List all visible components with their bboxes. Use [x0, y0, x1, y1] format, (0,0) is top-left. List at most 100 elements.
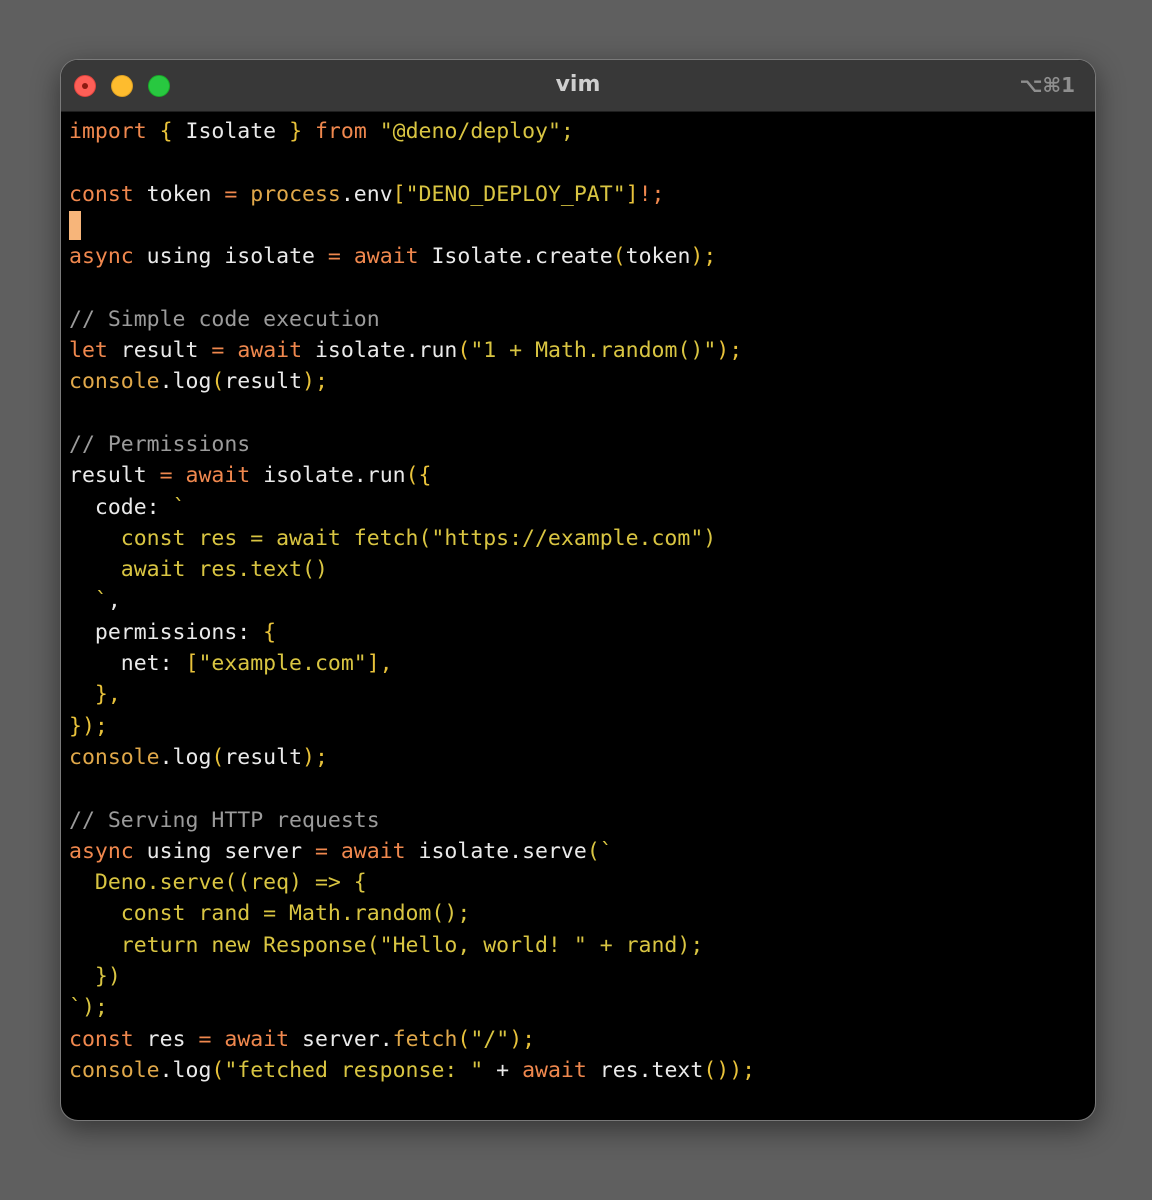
bracket-token: ]	[625, 181, 639, 207]
paren-token: );	[302, 744, 328, 770]
code-line-26: const rand = Math.random();	[69, 898, 1087, 929]
identifier-token: Isolate	[172, 119, 290, 144]
comment-token: // Simple code execution	[69, 306, 380, 332]
code-line-3: const token = process.env["DENO_DEPLOY_P…	[69, 179, 1087, 210]
bracket-token: [	[185, 651, 199, 677]
paren-token: );	[302, 369, 328, 395]
string-token: (`	[586, 838, 613, 864]
code-line-25: Deno.serve((req) => {	[69, 867, 1087, 898]
brace-token: });	[69, 713, 108, 739]
identifier-token: isolate.run	[302, 338, 458, 364]
identifier-token: res.text	[586, 1057, 704, 1083]
identifier-token: result	[107, 338, 212, 364]
string-token: return new Response("Hello, world! " + r…	[69, 932, 704, 958]
paren-token: (	[211, 744, 225, 770]
code-line-16: `,	[69, 585, 1087, 616]
operator-token: +	[483, 1057, 523, 1083]
comment-token: // Permissions	[69, 431, 251, 457]
paren-token: ({	[405, 463, 432, 489]
string-token: `	[172, 494, 186, 520]
identifier-token: using isolate	[133, 244, 328, 270]
text-cursor	[69, 210, 81, 240]
paren-token: );	[690, 244, 717, 270]
keyword-token: await	[237, 338, 303, 364]
brace-token: }	[289, 119, 303, 144]
string-token: const res = await fetch("https://example…	[69, 525, 717, 551]
keyword-token: await	[224, 1026, 290, 1052]
keyword-token: await	[340, 838, 406, 864]
property-token: .log	[159, 744, 212, 770]
punctuation-token: ,	[107, 588, 121, 614]
paren-token: (	[211, 369, 225, 395]
paren-token: ());	[703, 1057, 756, 1083]
identifier-token: console	[69, 1057, 160, 1083]
string-token: Deno.serve((req) => {	[69, 870, 367, 896]
code-line-23: // Serving HTTP requests	[69, 805, 1087, 836]
window-shortcut: ⌥⌘1	[1019, 73, 1075, 97]
code-line-1: import { Isolate } from "@deno/deploy";	[69, 116, 1087, 147]
identifier-token: token	[133, 181, 225, 207]
keyword-token: const	[69, 181, 134, 207]
identifier-token: result	[224, 369, 303, 395]
code-line-19: },	[69, 679, 1087, 710]
code-line-30: const res = await server.fetch("/");	[69, 1024, 1087, 1055]
keyword-token: import	[69, 119, 147, 144]
paren-token: (	[457, 338, 471, 364]
identifier-token: result	[69, 463, 160, 489]
identifier-token: console	[69, 744, 160, 770]
code-line-14: const res = await fetch("https://example…	[69, 523, 1087, 554]
operator-token: =	[314, 838, 328, 864]
keyword-token: await	[185, 463, 251, 489]
code-line-31: console.log("fetched response: " + await…	[69, 1055, 1087, 1086]
code-line-7: // Simple code execution	[69, 304, 1087, 335]
identifier-token: using server	[133, 838, 315, 864]
identifier-token: isolate.run	[250, 463, 406, 489]
property-token: permissions:	[69, 619, 264, 645]
code-line-5: async using isolate = await Isolate.crea…	[69, 241, 1087, 272]
property-token: .env	[340, 181, 393, 207]
code-line-27: return new Response("Hello, world! " + r…	[69, 930, 1087, 961]
identifier-token: Isolate.create	[418, 244, 613, 270]
property-token: .log	[159, 369, 212, 395]
identifier-token: process	[250, 181, 341, 207]
window-title: vim	[555, 72, 601, 97]
string-token: })	[69, 964, 121, 990]
identifier-token: console	[69, 369, 160, 395]
brace-token: {	[159, 119, 173, 144]
keyword-token: await	[522, 1057, 587, 1083]
code-line-28: })	[69, 961, 1087, 992]
title-bar[interactable]: vim ⌥⌘1	[61, 60, 1095, 112]
comment-token: // Serving HTTP requests	[69, 807, 380, 833]
operator-token: =	[211, 338, 225, 364]
keyword-token: async	[69, 244, 134, 270]
code-line-11: // Permissions	[69, 429, 1087, 460]
bracket-token: [	[392, 181, 406, 207]
code-line-24: async using server = await isolate.serve…	[69, 836, 1087, 867]
operator-token: =	[327, 244, 341, 270]
code-line-21: console.log(result);	[69, 742, 1087, 773]
string-token: "1 + Math.random()"	[470, 338, 717, 364]
property-token: code:	[69, 494, 173, 520]
identifier-token: fetch	[392, 1026, 458, 1052]
operator-token: !;	[638, 181, 665, 207]
identifier-token: token	[625, 244, 691, 270]
code-editor[interactable]: import { Isolate } from "@deno/deploy"; …	[69, 116, 1087, 1112]
code-line-18: net: ["example.com"],	[69, 648, 1087, 679]
string-token: const rand = Math.random();	[69, 901, 471, 927]
string-token: "fetched response: "	[224, 1057, 484, 1083]
code-line-17: permissions: {	[69, 617, 1087, 648]
paren-token: (	[457, 1026, 471, 1052]
identifier-token: res	[133, 1026, 199, 1052]
operator-token: =	[224, 181, 238, 207]
code-line-15: await res.text()	[69, 554, 1087, 585]
code-line-29: `);	[69, 992, 1087, 1023]
